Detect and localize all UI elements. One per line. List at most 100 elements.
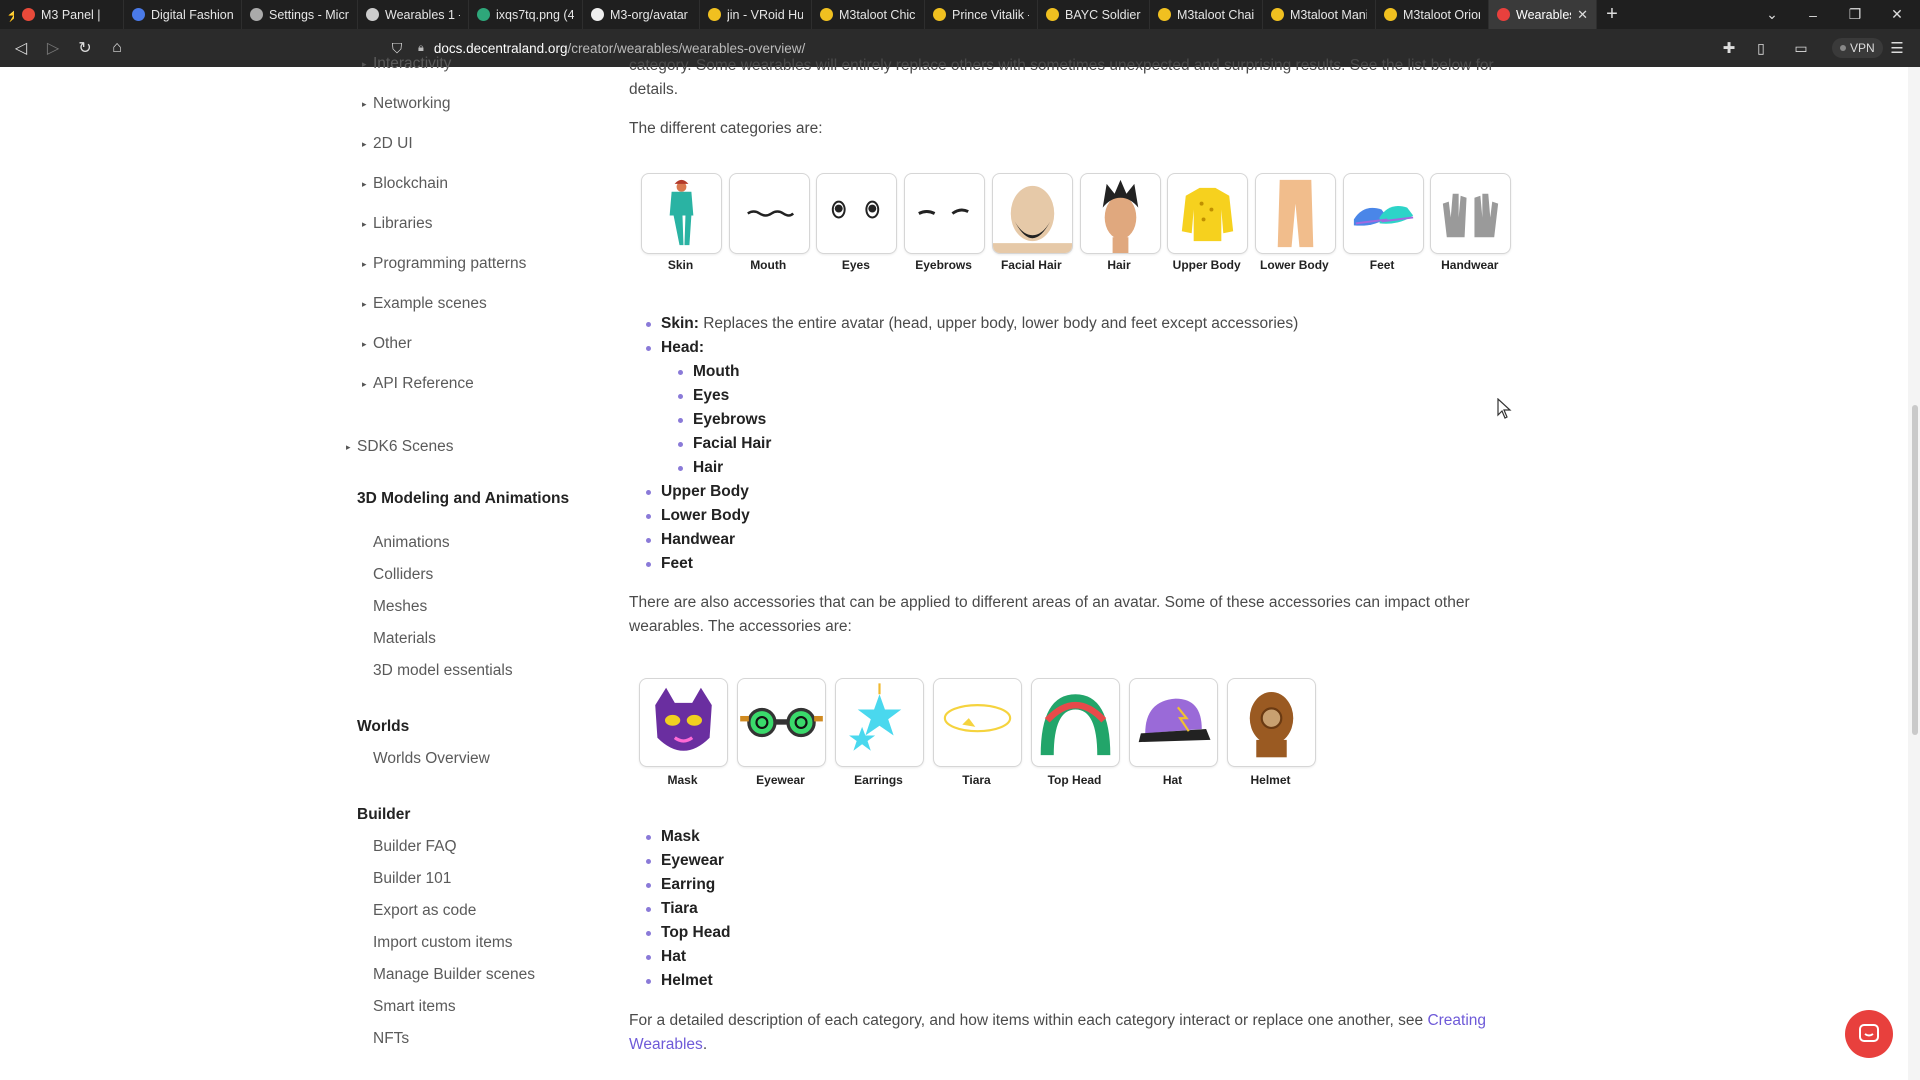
list-item: Handwear	[646, 531, 736, 549]
list-item-label: Eyewear	[661, 852, 724, 869]
wearable-card-earrings[interactable]	[835, 678, 924, 767]
sidebar-item-worlds-overview[interactable]: Worlds Overview	[373, 750, 490, 768]
restore-icon[interactable]: ❐	[1834, 6, 1876, 23]
list-item-label: Hair	[693, 459, 724, 476]
tab-4[interactable]: Wearables 1 - I	[358, 0, 469, 29]
sidebar-item-meshes[interactable]: Meshes	[373, 598, 427, 616]
tab-12[interactable]: M3taloot Mani	[1263, 0, 1376, 29]
wearable-card-skin[interactable]	[641, 173, 722, 254]
new-tab-button[interactable]: +	[1597, 3, 1627, 26]
sidebar-item-import-custom-items[interactable]: Import custom items	[373, 934, 513, 952]
sidebar-item-materials[interactable]: Materials	[373, 630, 436, 648]
wearable-caption: Hat	[1162, 773, 1183, 787]
favicon-icon	[1158, 8, 1171, 21]
wallet-icon[interactable]: ▭	[1788, 29, 1814, 67]
caret-right-icon: ▸	[362, 259, 367, 269]
vpn-button[interactable]: VPN	[1832, 38, 1883, 58]
caret-right-icon: ▸	[362, 379, 367, 389]
wearable-card-upper-body[interactable]	[1167, 173, 1249, 254]
sidebar-item-colliders[interactable]: Colliders	[373, 566, 433, 584]
sidebar-item-smart-items[interactable]: Smart items	[373, 998, 456, 1016]
wearable-card-mouth[interactable]	[728, 173, 810, 254]
vpn-label: VPN	[1850, 41, 1875, 55]
wearable-card-eyebrows[interactable]	[904, 173, 986, 254]
sidebar-item-2d-ui[interactable]: ▸ 2D UI	[362, 135, 413, 153]
sidebar-item-libraries[interactable]: ▸ Libraries	[362, 215, 432, 233]
tab-9[interactable]: Prince Vitalik -	[925, 0, 1038, 29]
extensions-icon[interactable]: ✚	[1716, 29, 1742, 67]
home-icon[interactable]: ⌂	[104, 29, 130, 67]
sidebar-item-example-scenes[interactable]: ▸ Example scenes	[362, 295, 487, 313]
worlds-heading[interactable]: Worlds	[357, 718, 409, 736]
list-item-label: Earring	[661, 876, 716, 893]
tab-1[interactable]: M3 Panel |	[14, 0, 124, 29]
sidebar-item-builder-101[interactable]: Builder 101	[373, 870, 451, 888]
caret-right-icon: ▸	[362, 339, 367, 349]
skin-description: Replaces the entire avatar (head, upper …	[703, 315, 1299, 332]
tab-8[interactable]: M3taloot Chick	[812, 0, 925, 29]
sidebar-item-blockchain[interactable]: ▸ Blockchain	[362, 175, 448, 193]
wearable-card-feet[interactable]	[1342, 173, 1424, 254]
forward-icon[interactable]: ▷	[40, 29, 66, 67]
tab-search-icon[interactable]: ⌄	[1752, 6, 1792, 23]
list-item-label: Feet	[661, 555, 693, 572]
list-item-label: Handwear	[661, 531, 736, 548]
sidebar-item-3d-model-essentials[interactable]: 3D model essentials	[373, 662, 513, 680]
wearable-card-hair[interactable]	[1079, 173, 1161, 254]
modeling-heading[interactable]: 3D Modeling and Animations	[357, 490, 569, 508]
sidebar-item-animations[interactable]: Animations	[373, 534, 450, 552]
reload-icon[interactable]: ↻	[72, 29, 98, 67]
list-item-label: Helmet	[661, 972, 713, 989]
tab-label: Wearables 1 - I	[385, 7, 460, 22]
wearable-caption: Hair	[1107, 258, 1131, 272]
categories-intro: The different categories are:	[629, 120, 823, 137]
tab-active[interactable]: Wearables ✕	[1489, 0, 1597, 29]
sidebar-item-networking[interactable]: ▸ Networking	[362, 95, 451, 113]
tab-2[interactable]: Digital Fashion	[124, 0, 242, 29]
list-item: Top Head	[646, 924, 730, 942]
sidebar-item-builder-faq[interactable]: Builder FAQ	[373, 838, 457, 856]
tab-6[interactable]: M3-org/avatar	[583, 0, 700, 29]
menu-icon[interactable]: ☰	[1884, 29, 1910, 67]
tab-strip: ⚡ M3 Panel | Digital Fashion Settings - Mi…	[0, 0, 1920, 29]
list-item-label: Lower Body	[661, 507, 750, 524]
wearable-card-eyes[interactable]	[816, 173, 898, 254]
chat-widget-button[interactable]	[1845, 1010, 1893, 1058]
wearable-card-facial-hair[interactable]	[991, 173, 1073, 254]
builder-heading[interactable]: Builder	[357, 806, 410, 824]
wearable-card-tiara[interactable]	[933, 678, 1022, 767]
tab-7[interactable]: jin - VRoid Hub	[700, 0, 812, 29]
wearable-card-hat[interactable]	[1129, 678, 1218, 767]
sidebar-item-nfts[interactable]: NFTs	[373, 1030, 409, 1048]
tab-10[interactable]: BAYC Soldier -	[1038, 0, 1150, 29]
bullet-icon	[646, 859, 651, 864]
favicon-icon	[1384, 8, 1397, 21]
bolt-icon[interactable]: ⚡	[0, 0, 14, 29]
back-icon[interactable]: ◁	[8, 29, 34, 67]
wearable-card-helmet[interactable]	[1227, 678, 1316, 767]
wearable-card-top-head[interactable]	[1031, 678, 1120, 767]
sidebar-item-sdk6[interactable]: ▸ SDK6 Scenes	[346, 438, 454, 456]
tab-13[interactable]: M3taloot Orion	[1376, 0, 1489, 29]
sidebar-item-export-as-code[interactable]: Export as code	[373, 902, 476, 920]
minimize-icon[interactable]: –	[1792, 7, 1834, 23]
caret-right-icon: ▸	[362, 299, 367, 309]
tab-11[interactable]: M3taloot Chain	[1150, 0, 1263, 29]
sidebar-item-api-reference[interactable]: ▸ API Reference	[362, 375, 474, 393]
sidebar-item-other[interactable]: ▸ Other	[362, 335, 412, 353]
wearable-card-eyewear[interactable]	[737, 678, 826, 767]
tab-5[interactable]: ixqs7tq.png (4C	[469, 0, 583, 29]
sidebar-toggle-icon[interactable]: ▯	[1748, 29, 1774, 67]
sidebar-item-programming-patterns[interactable]: ▸ Programming patterns	[362, 255, 526, 273]
tab-3[interactable]: Settings - Micr	[242, 0, 358, 29]
sidebar-item-manage-builder-scenes[interactable]: Manage Builder scenes	[373, 966, 535, 984]
wearable-card-lower-body[interactable]	[1254, 173, 1336, 254]
wearable-caption: Lower Body	[1260, 258, 1329, 272]
wearable-card-handwear[interactable]	[1430, 173, 1512, 254]
close-window-icon[interactable]: ✕	[1876, 6, 1918, 23]
wearable-card-mask[interactable]	[639, 678, 728, 767]
close-tab-icon[interactable]: ✕	[1577, 7, 1588, 23]
tab-list: M3 Panel | Digital Fashion Settings - Micr…	[14, 0, 1489, 29]
sidebar-item-interactivity[interactable]: ▸ Interactivity	[362, 55, 451, 73]
scrollbar-thumb[interactable]	[1912, 405, 1918, 735]
